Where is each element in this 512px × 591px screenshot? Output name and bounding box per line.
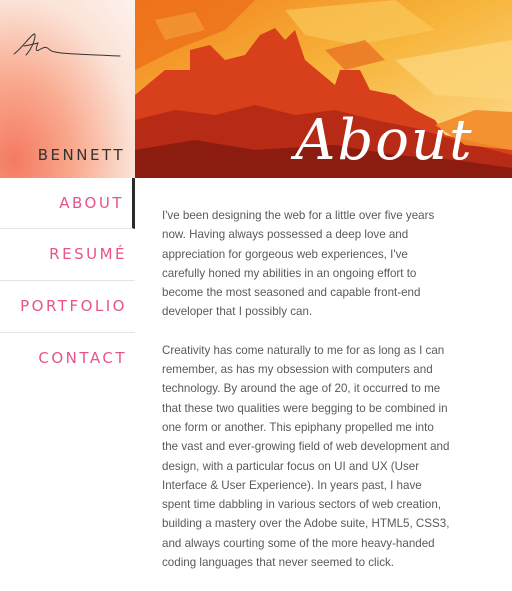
nav-item-resume[interactable]: RESUMÉ: [0, 229, 135, 281]
hero-banner: About: [135, 0, 512, 178]
sidebar-header: BENNETT: [0, 0, 135, 178]
paragraph: I've been designing the web for a little…: [162, 209, 435, 319]
nav-item-about[interactable]: ABOUT: [0, 178, 135, 229]
brand-name[interactable]: BENNETT: [38, 146, 125, 164]
sidebar: BENNETT ABOUT RESUMÉ PORTFOLIO CONTACT: [0, 0, 135, 512]
nav-item-label: ABOUT: [59, 194, 124, 212]
nav-item-portfolio[interactable]: PORTFOLIO: [0, 281, 135, 333]
main-nav: ABOUT RESUMÉ PORTFOLIO CONTACT: [0, 178, 135, 384]
nav-item-contact[interactable]: CONTACT: [0, 333, 135, 384]
about-content: I've been designing the web for a little…: [162, 206, 452, 591]
paragraph: Creativity has come naturally to me for …: [162, 343, 450, 570]
page-title: About: [295, 108, 474, 173]
nav-item-label: CONTACT: [38, 349, 127, 367]
signature-logo-icon[interactable]: [8, 28, 128, 68]
nav-item-label: RESUMÉ: [49, 245, 127, 263]
nav-item-label: PORTFOLIO: [20, 297, 127, 315]
